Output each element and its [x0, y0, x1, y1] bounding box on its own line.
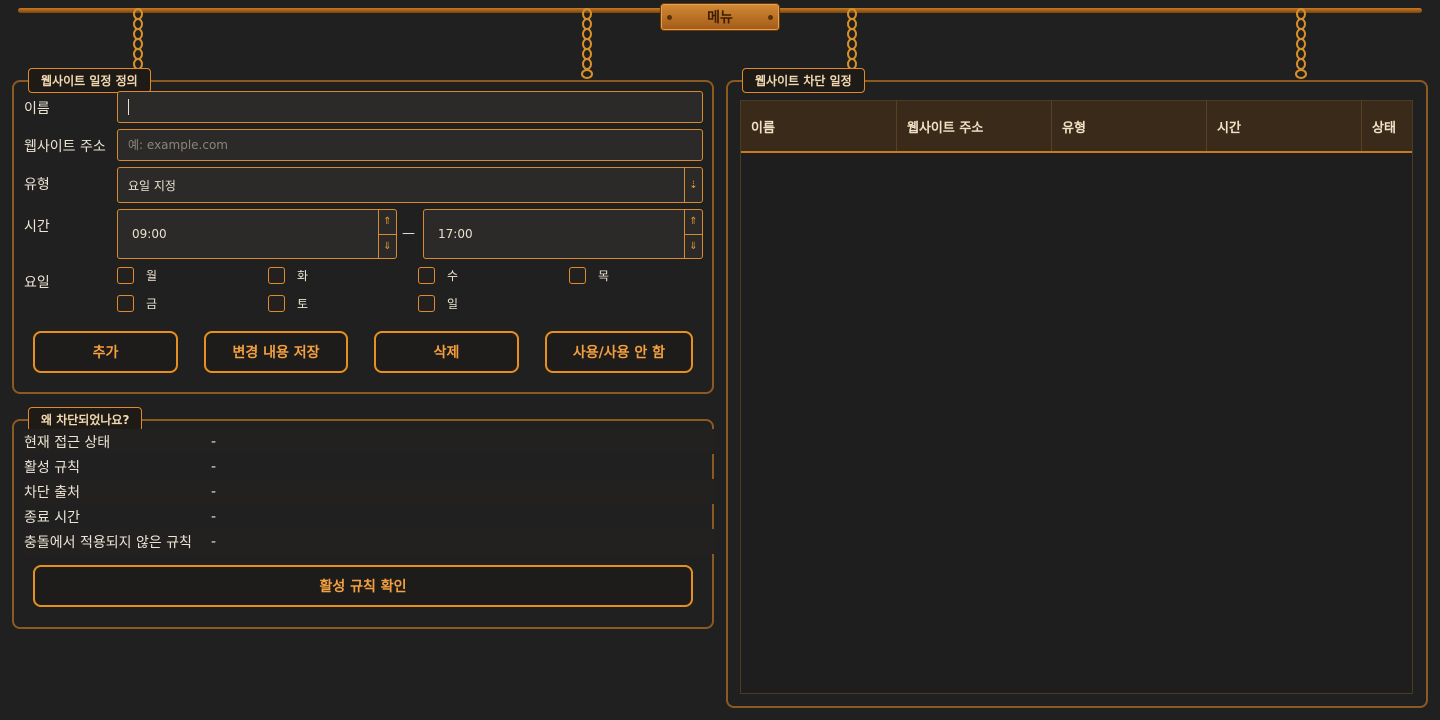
url-label: 웹사이트 주소 [24, 139, 106, 155]
checkbox-box[interactable] [117, 295, 134, 312]
time-end-value: 17:00 [438, 227, 473, 241]
add-button[interactable]: 추가 [33, 331, 178, 373]
info-row-active-rule: 활성 규칙 - [24, 454, 714, 479]
text-caret [128, 99, 129, 115]
panel-title: 웹사이트 일정 정의 [28, 68, 151, 93]
info-value: - [211, 458, 217, 475]
day-checkbox-sun[interactable]: 일 [418, 295, 458, 312]
rivet-icon [667, 15, 672, 20]
day-label: 토 [297, 297, 309, 311]
column-header-name[interactable]: 이름 [741, 101, 897, 151]
checkbox-box[interactable] [569, 267, 586, 284]
menu-button[interactable]: 메뉴 [660, 3, 780, 31]
checkbox-box[interactable] [117, 267, 134, 284]
checkbox-box[interactable] [268, 267, 285, 284]
day-label: 월 [146, 269, 158, 283]
column-header-type[interactable]: 유형 [1052, 101, 1207, 151]
day-checkbox-wed[interactable]: 수 [418, 267, 458, 284]
menu-label: 메뉴 [707, 10, 733, 26]
info-value: - [211, 533, 217, 550]
info-row-block-source: 차단 출처 - [24, 479, 714, 504]
info-row-end-time: 종료 시간 - [24, 504, 714, 529]
type-select-value: 요일 지정 [128, 178, 176, 193]
time-end-spinner[interactable]: ⇑ ⇓ [684, 210, 702, 258]
time-start-input[interactable]: 09:00 ⇑ ⇓ [117, 209, 397, 259]
day-checkbox-sat[interactable]: 토 [268, 295, 308, 312]
name-input[interactable] [117, 91, 703, 123]
day-checkbox-fri[interactable]: 금 [117, 295, 157, 312]
save-changes-button[interactable]: 변경 내용 저장 [204, 331, 348, 373]
spin-down-icon[interactable]: ⇓ [379, 235, 396, 259]
table-header: 이름 웹사이트 주소 유형 시간 상태 [741, 101, 1412, 153]
name-label: 이름 [24, 101, 50, 117]
checkbox-box[interactable] [418, 267, 435, 284]
column-header-time[interactable]: 시간 [1207, 101, 1362, 151]
schedule-table[interactable]: 이름 웹사이트 주소 유형 시간 상태 [740, 100, 1413, 694]
info-key: 활성 규칙 [24, 459, 80, 476]
spin-down-icon[interactable]: ⇓ [685, 235, 702, 259]
spin-up-icon[interactable]: ⇑ [379, 210, 396, 235]
time-start-spinner[interactable]: ⇑ ⇓ [378, 210, 396, 258]
rivet-icon [768, 15, 773, 20]
day-label: 일 [447, 297, 459, 311]
day-checkbox-tue[interactable]: 화 [268, 267, 308, 284]
type-label: 유형 [24, 177, 50, 193]
dropdown-arrow-icon[interactable]: ⇣ [684, 168, 702, 202]
type-select[interactable]: 요일 지정 ⇣ [117, 167, 703, 203]
info-row-conflict-rules: 충돌에서 적용되지 않은 규칙 - [24, 529, 714, 554]
url-input-wrapper[interactable] [117, 129, 703, 161]
info-value: - [211, 483, 217, 500]
info-row-access-status: 현재 접근 상태 - [24, 429, 714, 454]
day-checkbox-mon[interactable]: 월 [117, 267, 157, 284]
delete-button[interactable]: 삭제 [374, 331, 519, 373]
day-label: 수 [447, 269, 459, 283]
spin-up-icon[interactable]: ⇑ [685, 210, 702, 235]
time-end-input[interactable]: 17:00 ⇑ ⇓ [423, 209, 703, 259]
info-key: 충돌에서 적용되지 않은 규칙 [24, 534, 192, 551]
url-input[interactable] [128, 138, 702, 152]
time-separator: — [402, 226, 415, 241]
check-active-rules-button[interactable]: 활성 규칙 확인 [33, 565, 693, 607]
info-key: 종료 시간 [24, 509, 80, 526]
time-label: 시간 [24, 219, 50, 235]
panel-title: 웹사이트 차단 일정 [742, 68, 865, 93]
info-key: 현재 접근 상태 [24, 434, 111, 451]
info-value: - [211, 433, 217, 450]
column-header-url[interactable]: 웹사이트 주소 [897, 101, 1052, 151]
checkbox-box[interactable] [268, 295, 285, 312]
day-checkbox-thu[interactable]: 목 [569, 267, 609, 284]
days-label: 요일 [24, 275, 50, 291]
checkbox-box[interactable] [418, 295, 435, 312]
toggle-enable-button[interactable]: 사용/사용 안 함 [545, 331, 693, 373]
info-value: - [211, 508, 217, 525]
day-label: 화 [297, 269, 309, 283]
chain-decoration-4 [1295, 8, 1307, 79]
column-header-status[interactable]: 상태 [1362, 101, 1412, 151]
day-label: 목 [598, 269, 610, 283]
chain-decoration-2 [581, 8, 593, 79]
info-key: 차단 출처 [24, 484, 80, 501]
day-label: 금 [146, 297, 158, 311]
time-start-value: 09:00 [132, 227, 167, 241]
